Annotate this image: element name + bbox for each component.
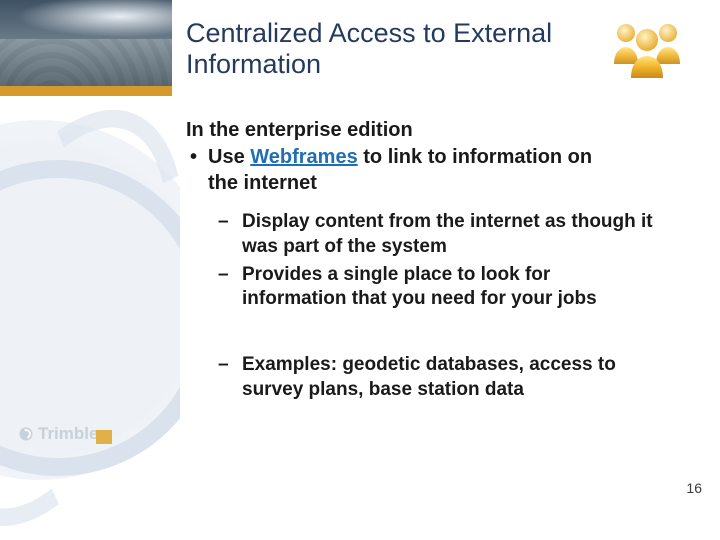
brand-text: Trimble. xyxy=(38,424,103,444)
sub-bullet-list: Display content from the internet as tho… xyxy=(186,210,686,402)
webframes-link[interactable]: Webframes xyxy=(250,146,357,168)
sub-bullet: Examples: geodetic databases, access to … xyxy=(186,353,656,402)
page-title: Centralized Access to External Informati… xyxy=(186,18,566,80)
globe-icon xyxy=(18,426,34,442)
page-number: 16 xyxy=(686,480,702,496)
lead-text: In the enterprise edition xyxy=(186,118,686,143)
brand-logo: Trimble. xyxy=(18,424,103,444)
bullet-level1: Use Webframes to link to information on … xyxy=(186,145,616,196)
brand-accent xyxy=(96,430,112,444)
bullet1-pre: Use xyxy=(208,146,250,168)
accent-bar xyxy=(0,86,172,96)
sub-bullet: Display content from the internet as tho… xyxy=(186,210,656,259)
people-group-icon xyxy=(608,18,686,84)
sub-bullet: Provides a single place to look for info… xyxy=(186,263,656,312)
slide: Centralized Access to External Informati… xyxy=(0,0,720,540)
header-photo xyxy=(0,0,172,86)
content: In the enterprise edition Use Webframes … xyxy=(186,118,686,406)
